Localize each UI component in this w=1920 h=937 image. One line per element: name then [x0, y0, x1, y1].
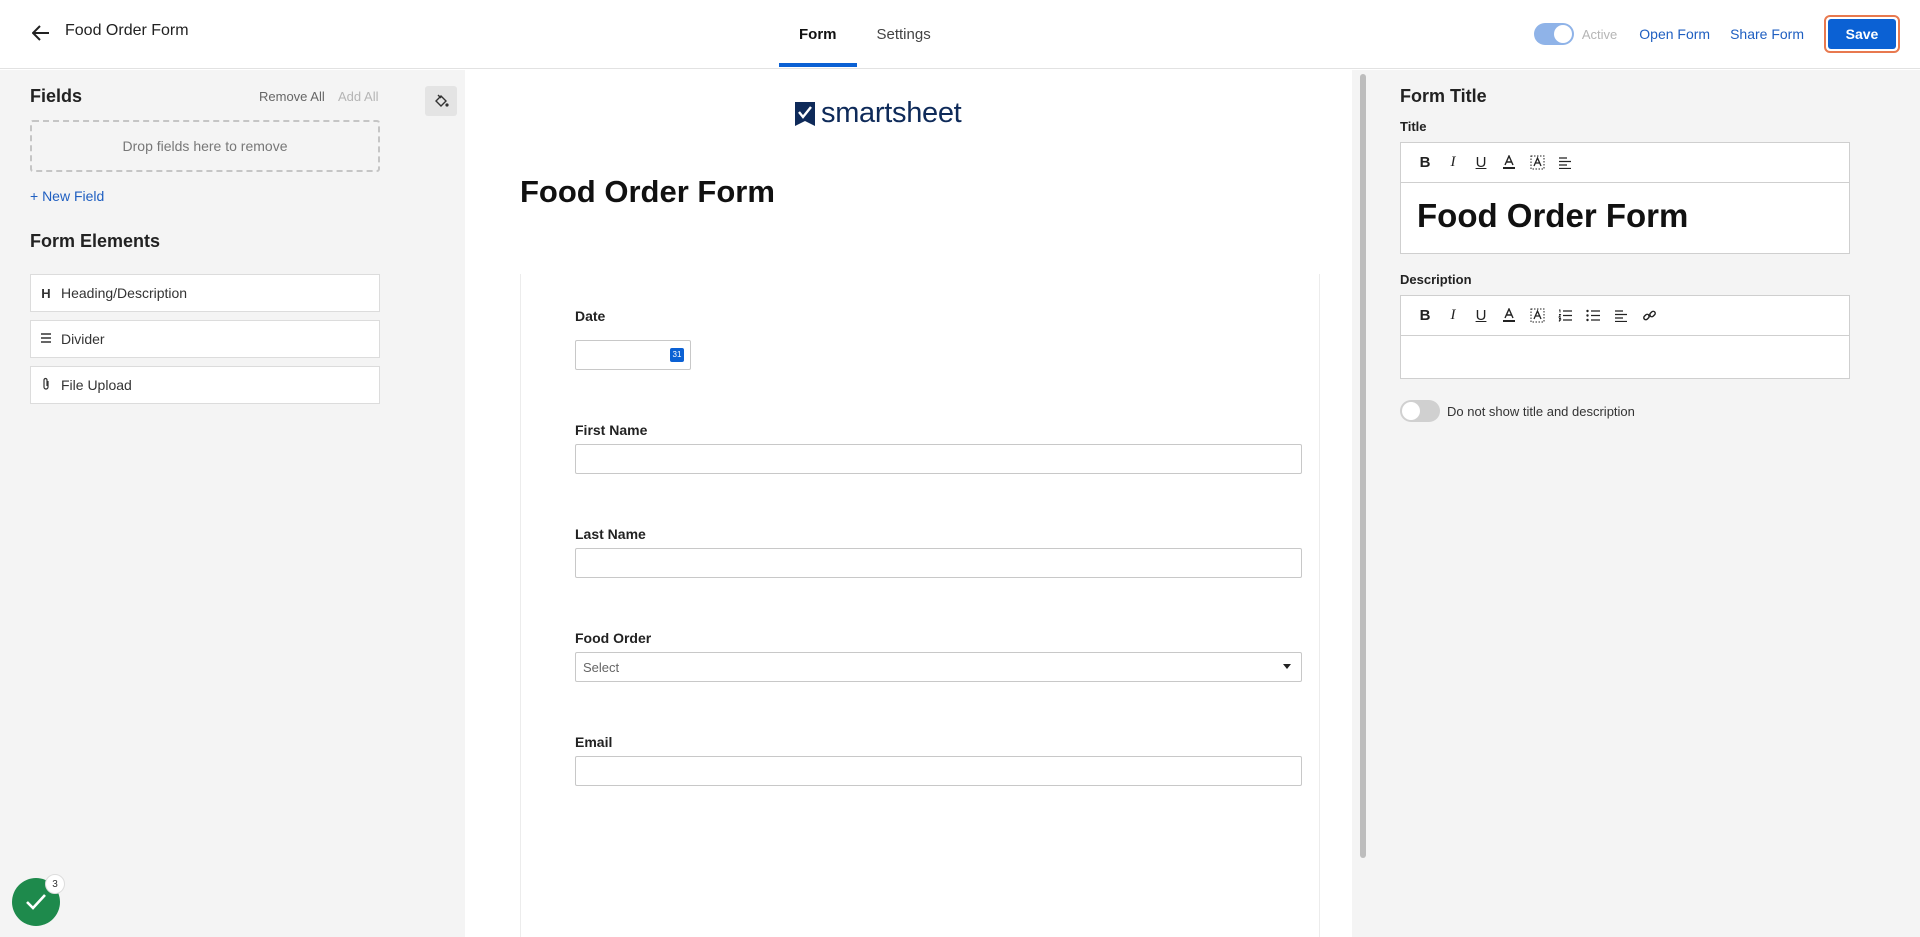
title-label: Title — [1400, 119, 1427, 134]
form-elements-title: Form Elements — [30, 231, 161, 251]
hide-title-row: Do not show title and description — [1400, 400, 1635, 422]
heading-icon: H — [41, 285, 51, 301]
link-icon[interactable] — [1635, 302, 1663, 330]
remove-all-button[interactable]: Remove All — [259, 89, 325, 104]
title-toolbar: B I U — [1401, 143, 1849, 183]
back-arrow-icon[interactable] — [28, 20, 54, 46]
description-editor-body[interactable] — [1401, 336, 1849, 378]
field-label-first-name: First Name — [575, 422, 648, 438]
active-toggle[interactable] — [1533, 23, 1574, 45]
top-actions: Active Open Form Share Form Save — [1533, 14, 1900, 54]
paint-bucket-icon[interactable] — [425, 86, 457, 116]
notifications-badge[interactable]: 3 — [12, 874, 65, 926]
form-canvas: smartsheet Food Order Form Date 31 First… — [465, 70, 1352, 937]
remove-dropzone[interactable]: Drop fields here to remove — [30, 120, 380, 172]
element-divider[interactable]: Divider — [30, 320, 380, 358]
title-editor-body[interactable]: Food Order Form — [1401, 183, 1849, 253]
bold-icon[interactable]: B — [1411, 149, 1439, 177]
italic-icon[interactable]: I — [1439, 149, 1467, 177]
first-name-input[interactable] — [575, 444, 1302, 474]
highlight-icon[interactable] — [1523, 149, 1551, 177]
open-form-link[interactable]: Open Form — [1639, 26, 1710, 42]
last-name-input[interactable] — [575, 548, 1302, 578]
caret-down-icon — [1283, 664, 1291, 669]
underline-icon[interactable]: U — [1467, 149, 1495, 177]
form-scrollbar[interactable] — [1360, 74, 1366, 858]
description-label: Description — [1400, 272, 1472, 287]
logo-text: smartsheet — [821, 97, 962, 129]
form-fields-card: Date 31 First Name Last Name Food Order … — [520, 274, 1320, 937]
fields-title: Fields — [30, 86, 83, 106]
bullet-list-icon[interactable] — [1579, 302, 1607, 330]
smartsheet-logo: smartsheet — [795, 97, 962, 130]
fields-panel: Fields Remove All Add All Drop fields he… — [0, 70, 410, 937]
font-color-icon[interactable] — [1495, 149, 1523, 177]
align-left-icon[interactable] — [1551, 149, 1579, 177]
calendar-icon[interactable]: 31 — [670, 348, 684, 362]
top-bar: Food Order Form Form Settings Active Ope… — [0, 0, 1920, 69]
divider-icon — [31, 332, 61, 347]
food-order-select[interactable]: Select — [575, 652, 1302, 682]
app-title: Food Order Form — [65, 22, 189, 39]
underline-icon[interactable]: U — [1467, 302, 1495, 330]
tab-settings[interactable]: Settings — [857, 0, 951, 69]
hide-title-toggle[interactable] — [1400, 400, 1440, 422]
field-label-food-order: Food Order — [575, 630, 652, 646]
select-placeholder: Select — [583, 660, 620, 675]
date-input[interactable]: 31 — [575, 340, 691, 370]
properties-panel: Form Title Title B I U Food Order Form D… — [1370, 70, 1920, 937]
highlight-icon[interactable] — [1523, 302, 1551, 330]
form-title-heading: Form Title — [1400, 86, 1487, 106]
smartsheet-logo-icon — [795, 101, 815, 126]
add-all-button[interactable]: Add All — [338, 89, 378, 104]
title-editor: B I U Food Order Form — [1400, 142, 1850, 254]
form-preview-area: smartsheet Food Order Form Date 31 First… — [410, 70, 1370, 937]
save-button-focus-ring: Save — [1824, 15, 1900, 53]
hide-title-label: Do not show title and description — [1447, 403, 1635, 419]
element-heading-description[interactable]: H Heading/Description — [30, 274, 380, 312]
email-input[interactable] — [575, 756, 1302, 786]
new-field-link[interactable]: + New Field — [30, 188, 104, 204]
description-toolbar: B I U — [1401, 296, 1849, 336]
field-label-date: Date — [575, 308, 606, 324]
italic-icon[interactable]: I — [1439, 302, 1467, 330]
tab-bar: Form Settings — [779, 0, 951, 69]
field-label-last-name: Last Name — [575, 526, 646, 542]
share-form-link[interactable]: Share Form — [1730, 26, 1804, 42]
active-label: Active — [1581, 26, 1618, 42]
field-label-email: Email — [575, 734, 613, 750]
paperclip-icon — [31, 377, 61, 394]
element-file-upload[interactable]: File Upload — [30, 366, 380, 404]
bold-icon[interactable]: B — [1411, 302, 1439, 330]
save-button[interactable]: Save — [1828, 19, 1896, 49]
badge-count: 3 — [45, 874, 65, 894]
dropzone-text: Drop fields here to remove — [122, 138, 288, 154]
element-label: Divider — [61, 331, 105, 347]
align-left-icon[interactable] — [1607, 302, 1635, 330]
tab-form[interactable]: Form — [779, 0, 857, 69]
element-label: File Upload — [61, 377, 132, 393]
numbered-list-icon[interactable] — [1551, 302, 1579, 330]
element-label: Heading/Description — [61, 285, 188, 301]
font-color-icon[interactable] — [1495, 302, 1523, 330]
form-heading: Food Order Form — [520, 174, 775, 209]
description-editor: B I U — [1400, 295, 1850, 379]
